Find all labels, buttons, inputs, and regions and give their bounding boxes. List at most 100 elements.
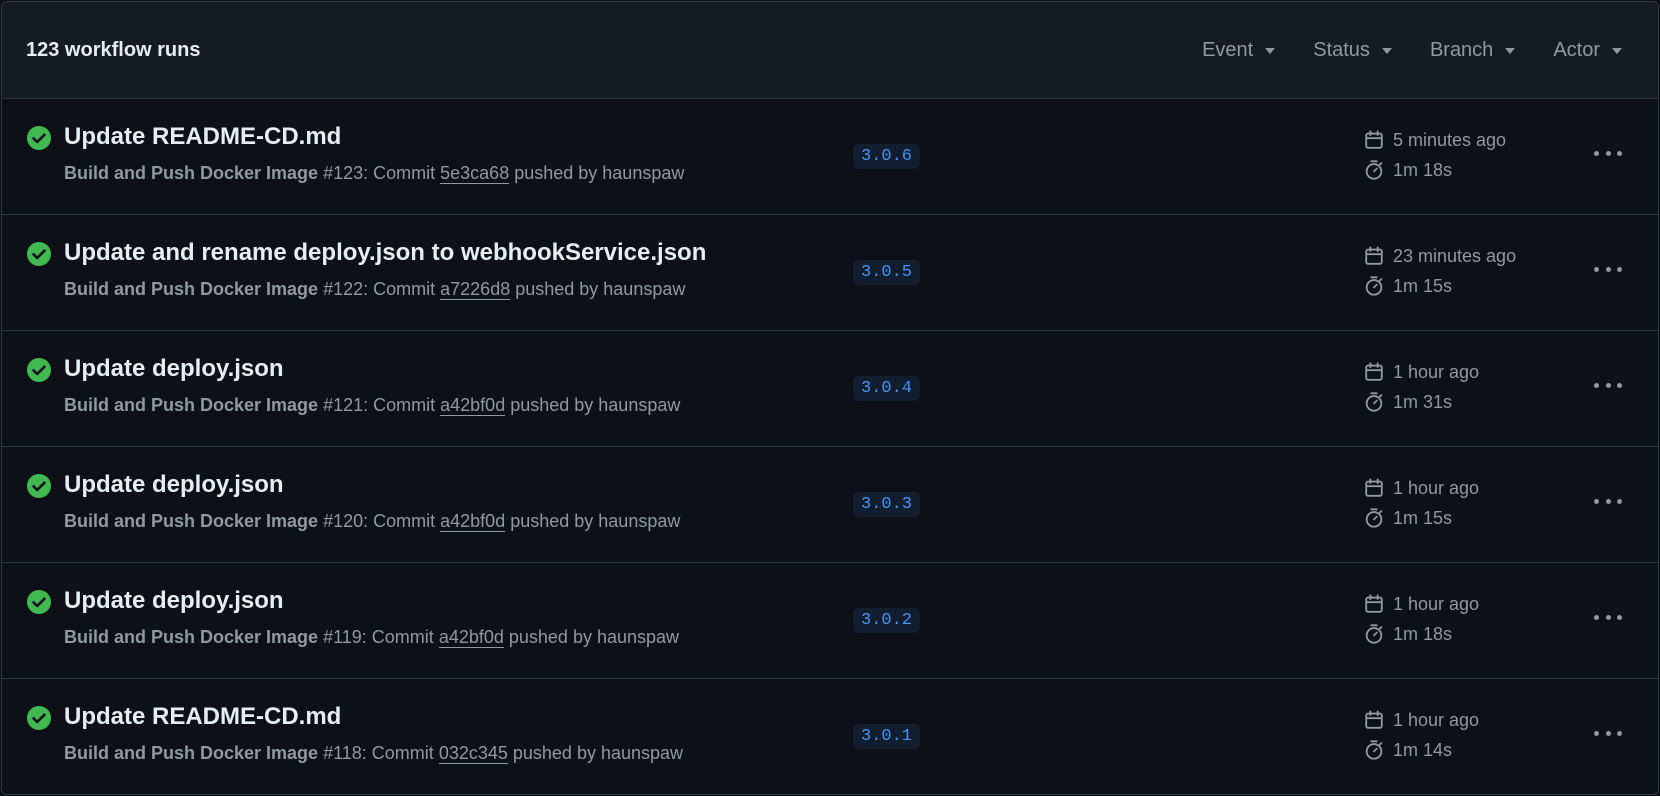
run-number: #119 xyxy=(323,627,362,647)
commit-prefix: : Commit xyxy=(361,743,439,763)
run-title-link[interactable]: Update README-CD.md xyxy=(64,703,341,731)
triangle-down-icon xyxy=(1612,48,1622,54)
run-title-link[interactable]: Update deploy.json xyxy=(64,471,284,499)
time-ago: 23 minutes ago xyxy=(1393,245,1517,266)
kebab-horizontal-icon[interactable] xyxy=(1594,377,1622,393)
check-circle-fill-icon xyxy=(27,126,51,150)
kebab-horizontal-icon[interactable] xyxy=(1594,145,1622,161)
time-ago: 1 hour ago xyxy=(1393,361,1480,382)
triangle-down-icon xyxy=(1505,48,1516,54)
run-meta: Build and Push Docker Image #119: Commit… xyxy=(64,627,679,648)
pushed-by: pushed by haunspaw xyxy=(503,627,680,647)
run-meta: Build and Push Docker Image #120: Commit… xyxy=(64,511,680,532)
workflow-name: Build and Push Docker Image xyxy=(64,163,319,183)
pushed-by: pushed by haunspaw xyxy=(510,279,686,299)
duration: 1m 15s xyxy=(1393,507,1453,528)
status-filter-dropdown[interactable]: Status xyxy=(1313,39,1392,62)
branch-label[interactable]: 3.0.3 xyxy=(853,492,921,517)
actor-filter-label: Actor xyxy=(1553,38,1600,61)
run-meta: Build and Push Docker Image #122: Commit… xyxy=(64,279,685,300)
branch-label[interactable]: 3.0.5 xyxy=(853,260,921,285)
duration: 1m 18s xyxy=(1393,159,1453,180)
run-title-link[interactable]: Update and rename deploy.json to webhook… xyxy=(64,239,706,267)
calendar-icon xyxy=(1365,130,1383,149)
time-ago: 1 hour ago xyxy=(1393,477,1480,498)
branch-filter-label: Branch xyxy=(1429,38,1494,61)
run-duration: 1m 15s xyxy=(1363,507,1452,529)
duration: 1m 14s xyxy=(1393,739,1453,760)
run-meta: Build and Push Docker Image #121: Commit… xyxy=(64,395,680,416)
pushed-by: pushed by haunspaw xyxy=(505,511,681,531)
actor-filter-dropdown[interactable]: Actor xyxy=(1553,39,1622,62)
event-filter-label: Event xyxy=(1202,38,1254,61)
run-title-link[interactable]: Update deploy.json xyxy=(64,355,284,383)
kebab-horizontal-icon[interactable] xyxy=(1594,261,1622,277)
run-meta: Build and Push Docker Image #123: Commit… xyxy=(64,163,684,184)
triangle-down-icon xyxy=(1381,48,1392,54)
pushed-by: pushed by haunspaw xyxy=(509,163,685,183)
commit-sha-link[interactable]: 5e3ca68 xyxy=(440,163,510,184)
workflow-run-count: 123 workflow runs xyxy=(26,38,201,61)
check-circle-fill-icon xyxy=(27,590,51,614)
time-ago: 1 hour ago xyxy=(1393,593,1480,614)
branch-label[interactable]: 3.0.1 xyxy=(853,724,921,749)
run-duration: 1m 15s xyxy=(1363,275,1452,297)
calendar-icon xyxy=(1365,478,1383,497)
event-filter-dropdown[interactable]: Event xyxy=(1202,38,1276,62)
kebab-horizontal-icon[interactable] xyxy=(1594,493,1622,509)
commit-sha-link[interactable]: a7226d8 xyxy=(440,279,511,300)
workflow-run-row: Update deploy.json Build and Push Docker… xyxy=(2,331,1658,447)
commit-sha-link[interactable]: a42bf0d xyxy=(438,627,504,648)
run-number: #118 xyxy=(323,743,362,763)
commit-prefix: : Commit xyxy=(361,627,439,647)
workflow-run-row: Update README-CD.md Build and Push Docke… xyxy=(2,679,1658,794)
run-timestamp: 5 minutes ago xyxy=(1363,129,1506,151)
calendar-icon xyxy=(1365,594,1383,613)
commit-prefix: : Commit xyxy=(363,395,441,415)
branch-label[interactable]: 3.0.2 xyxy=(853,608,921,633)
check-circle-fill-icon xyxy=(27,358,51,382)
filter-bar: Event Status Branch Actor xyxy=(1164,39,1622,62)
workflow-run-row: Update README-CD.md Build and Push Docke… xyxy=(2,99,1658,215)
workflow-run-row: Update deploy.json Build and Push Docker… xyxy=(2,447,1658,563)
commit-prefix: : Commit xyxy=(363,511,441,531)
stopwatch-icon xyxy=(1365,508,1383,528)
run-title-link[interactable]: Update README-CD.md xyxy=(64,123,341,151)
status-filter-label: Status xyxy=(1313,38,1370,61)
run-duration: 1m 18s xyxy=(1363,159,1452,181)
stopwatch-icon xyxy=(1365,276,1383,296)
kebab-horizontal-icon[interactable] xyxy=(1594,609,1622,625)
commit-sha-link[interactable]: 032c345 xyxy=(438,743,508,764)
commit-sha-link[interactable]: a42bf0d xyxy=(440,511,506,532)
check-circle-fill-icon xyxy=(27,474,51,498)
check-circle-fill-icon xyxy=(27,706,51,730)
branch-filter-dropdown[interactable]: Branch xyxy=(1429,38,1516,62)
commit-prefix: : Commit xyxy=(363,279,441,299)
branch-label[interactable]: 3.0.6 xyxy=(853,144,921,169)
calendar-icon xyxy=(1365,710,1383,729)
time-ago: 1 hour ago xyxy=(1393,709,1480,730)
run-duration: 1m 18s xyxy=(1363,623,1452,645)
run-number: #121 xyxy=(323,395,364,415)
workflow-name: Build and Push Docker Image xyxy=(64,627,319,647)
calendar-icon xyxy=(1365,246,1383,265)
duration: 1m 18s xyxy=(1393,623,1453,644)
run-duration: 1m 14s xyxy=(1363,739,1452,761)
workflow-name: Build and Push Docker Image xyxy=(64,395,319,415)
branch-label[interactable]: 3.0.4 xyxy=(853,376,921,401)
workflow-name: Build and Push Docker Image xyxy=(64,511,319,531)
calendar-icon xyxy=(1365,362,1383,381)
run-number: #122 xyxy=(323,279,364,299)
workflow-name: Build and Push Docker Image xyxy=(64,279,319,299)
run-timestamp: 1 hour ago xyxy=(1363,709,1479,731)
workflow-name: Build and Push Docker Image xyxy=(64,743,319,763)
kebab-horizontal-icon[interactable] xyxy=(1594,725,1622,741)
workflow-run-row: Update and rename deploy.json to webhook… xyxy=(2,215,1658,331)
run-timestamp: 23 minutes ago xyxy=(1363,245,1516,267)
workflow-runs-box: 123 workflow runs Event Status Branch Ac… xyxy=(1,1,1659,795)
duration: 1m 15s xyxy=(1393,275,1453,296)
commit-sha-link[interactable]: a42bf0d xyxy=(440,395,506,416)
run-timestamp: 1 hour ago xyxy=(1363,477,1479,499)
run-title-link[interactable]: Update deploy.json xyxy=(64,587,284,615)
workflow-run-list: Update README-CD.md Build and Push Docke… xyxy=(2,99,1658,794)
